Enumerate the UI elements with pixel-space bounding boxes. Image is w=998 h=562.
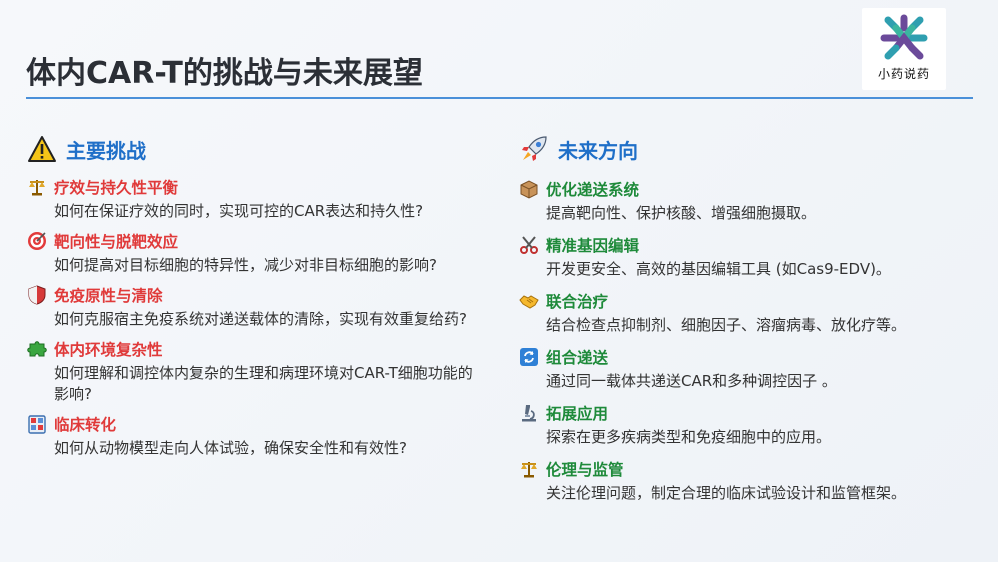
item-title: 优化递送系统 [546,181,640,199]
list-item: 拓展应用 探索在更多疾病类型和免疫细胞中的应用。 [518,401,968,448]
target-icon [26,230,48,252]
list-item: 疗效与持久性平衡 如何在保证疗效的同时，实现可控的CAR表达和持久性? [26,175,486,222]
item-title: 联合治疗 [546,293,609,311]
list-item: 伦理与监管 关注伦理问题，制定合理的临床试验设计和监管框架。 [518,457,968,504]
list-item: 精准基因编辑 开发更安全、高效的基因编辑工具 (如Cas9-EDV)。 [518,233,968,280]
rocket-icon [518,133,550,165]
list-item: 免疫原性与清除 如何克服宿主免疫系统对递送载体的清除，实现有效重复给药? [26,283,486,330]
item-title: 靶向性与脱靶效应 [54,233,179,251]
logo: 小药说药 [862,8,946,90]
item-title: 拓展应用 [546,405,609,423]
list-item: 临床转化 如何从动物模型走向人体试验，确保安全性和有效性? [26,412,486,459]
handshake-icon [518,290,540,312]
item-description: 结合检查点抑制剂、细胞因子、溶瘤病毒、放化疗等。 [546,316,907,334]
future-header: 未来方向 [518,130,968,168]
item-description: 开发更安全、高效的基因编辑工具 (如Cas9-EDV)。 [546,260,891,278]
warning-icon [26,133,58,165]
item-description: 关注伦理问题，制定合理的临床试验设计和监管框架。 [546,484,907,502]
item-description: 探索在更多疾病类型和免疫细胞中的应用。 [546,428,832,446]
logo-text: 小药说药 [877,67,930,81]
list-item: 联合治疗 结合检查点抑制剂、细胞因子、溶瘤病毒、放化疗等。 [518,289,968,336]
page-title: 体内CAR-T的挑战与未来展望 [26,56,423,91]
balance-scale-icon [26,176,48,198]
item-description: 通过同一载体共递送CAR和多种调控因子 。 [546,372,837,390]
item-title: 精准基因编辑 [546,237,640,255]
item-description: 如何理解和调控体内复杂的生理和病理环境对CAR-T细胞功能的影响? [54,364,473,403]
challenges-header: 主要挑战 [26,130,486,168]
item-title: 伦理与监管 [546,461,624,479]
item-description: 如何提高对目标细胞的特异性，减少对非目标细胞的影响? [54,256,437,274]
balance-scale-icon [518,458,540,480]
item-title: 疗效与持久性平衡 [54,179,179,197]
future-column: 未来方向 优化递送系统 提高靶向性、保护核酸、增强细胞摄取。 精准基因编辑 开发… [518,130,968,504]
package-icon [518,178,540,200]
shield-icon [26,284,48,306]
item-description: 提高靶向性、保护核酸、增强细胞摄取。 [546,204,817,222]
list-item: 体内环境复杂性 如何理解和调控体内复杂的生理和病理环境对CAR-T细胞功能的影响… [26,337,486,405]
title-divider [26,97,973,99]
item-description: 如何在保证疗效的同时，实现可控的CAR表达和持久性? [54,202,424,220]
list-item: 组合递送 通过同一载体共递送CAR和多种调控因子 。 [518,345,968,392]
logo-molecule-icon [880,14,928,60]
item-title: 临床转化 [54,416,117,434]
item-description: 如何克服宿主免疫系统对递送载体的清除，实现有效重复给药? [54,310,467,328]
clinic-icon [26,413,48,435]
item-description: 如何从动物模型走向人体试验，确保安全性和有效性? [54,439,407,457]
list-item: 优化递送系统 提高靶向性、保护核酸、增强细胞摄取。 [518,177,968,224]
future-heading: 未来方向 [558,138,638,163]
list-item: 靶向性与脱靶效应 如何提高对目标细胞的特异性，减少对非目标细胞的影响? [26,229,486,276]
item-title: 免疫原性与清除 [54,287,163,305]
cycle-arrows-icon [518,346,540,368]
puzzle-icon [26,338,48,360]
challenges-column: 主要挑战 疗效与持久性平衡 如何在保证疗效的同时，实现可控的CAR表达和持久性?… [26,130,486,459]
item-title: 组合递送 [546,349,609,367]
scissors-icon [518,234,540,256]
challenges-heading: 主要挑战 [66,138,146,163]
item-title: 体内环境复杂性 [54,341,163,359]
microscope-icon [518,402,540,424]
